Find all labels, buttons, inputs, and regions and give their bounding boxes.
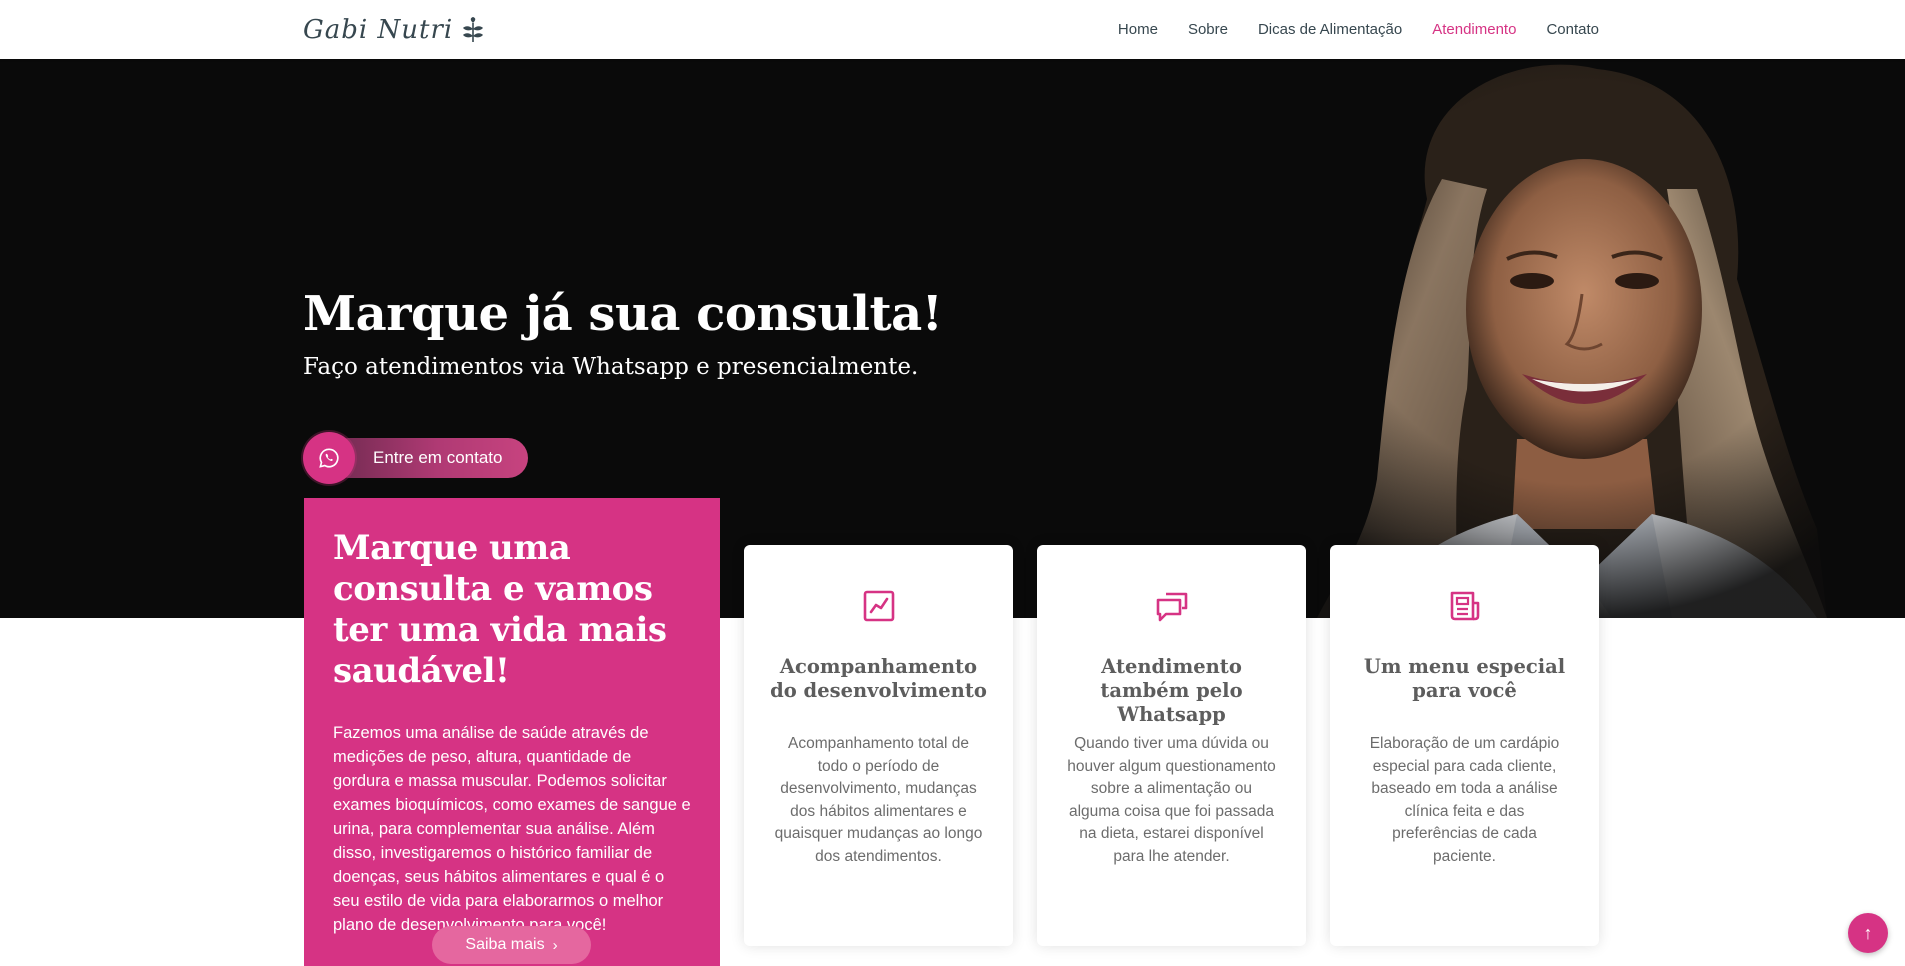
feature-card-title: Atendimento também pelo Whatsapp xyxy=(1100,655,1243,726)
learn-more-label: Saiba mais xyxy=(465,936,545,953)
feature-card-text: Elaboração de um cardápio especial para … xyxy=(1369,735,1560,865)
nav-link-home[interactable]: Home xyxy=(1118,21,1158,38)
contact-cta-label: Entre em contato xyxy=(373,448,503,467)
feature-card-title: Acompanhamento do desenvolvimento xyxy=(770,655,987,702)
learn-more-button[interactable]: Saiba mais › xyxy=(432,926,591,964)
logo-text: Gabi Nutri xyxy=(303,15,454,45)
main-nav: Home Sobre Dicas de Alimentação Atendime… xyxy=(1118,0,1599,59)
graph-up-icon xyxy=(863,590,895,622)
arrow-up-icon: ↑ xyxy=(1863,923,1873,943)
logo[interactable]: Gabi Nutri xyxy=(303,12,485,48)
hero-portrait-photo xyxy=(1227,59,1867,618)
feature-card-menu: Um menu especial para você Elaboração de… xyxy=(1330,545,1599,946)
hero-section: Marque já sua consulta! Faço atendimento… xyxy=(0,59,1905,618)
contact-cta-button[interactable]: Entre em contato xyxy=(303,432,529,484)
feature-card-text: Quando tiver uma dúvida ou houver algum … xyxy=(1067,735,1276,865)
nav-link-contato[interactable]: Contato xyxy=(1546,21,1599,38)
leaf-icon xyxy=(463,17,484,42)
nav-link-atendimento[interactable]: Atendimento xyxy=(1432,21,1516,38)
feature-card-whatsapp: Atendimento também pelo Whatsapp Quando … xyxy=(1037,545,1306,946)
back-to-top-button[interactable]: ↑ xyxy=(1848,913,1888,953)
hero-title: Marque já sua consulta! xyxy=(303,286,943,342)
chevron-right-icon: › xyxy=(552,936,558,954)
hero-subtitle: Faço atendimentos via Whatsapp e presenc… xyxy=(303,354,919,380)
feature-card-title: Um menu especial para você xyxy=(1363,655,1566,702)
nav-link-sobre[interactable]: Sobre xyxy=(1188,21,1228,38)
nav-link-dicas[interactable]: Dicas de Alimentação xyxy=(1258,21,1402,38)
site-header: Gabi Nutri Home Sobre Dicas de Alimentaç… xyxy=(0,0,1905,59)
feature-card-development: Acompanhamento do desenvolvimento Acompa… xyxy=(744,545,1013,946)
whatsapp-icon xyxy=(303,432,355,484)
contact-cta-pill: Entre em contato xyxy=(329,438,529,478)
chat-bubbles-icon xyxy=(1156,592,1188,622)
page: Gabi Nutri Home Sobre Dicas de Alimentaç… xyxy=(0,0,1905,966)
intro-text: Fazemos uma análise de saúde através de … xyxy=(333,724,691,934)
intro-title: Marque uma consulta e vamos ter uma vida… xyxy=(333,528,667,691)
feature-card-text: Acompanhamento total de todo o período d… xyxy=(774,735,983,865)
intro-card: Marque uma consulta e vamos ter uma vida… xyxy=(304,498,720,966)
menu-document-icon xyxy=(1450,591,1480,621)
